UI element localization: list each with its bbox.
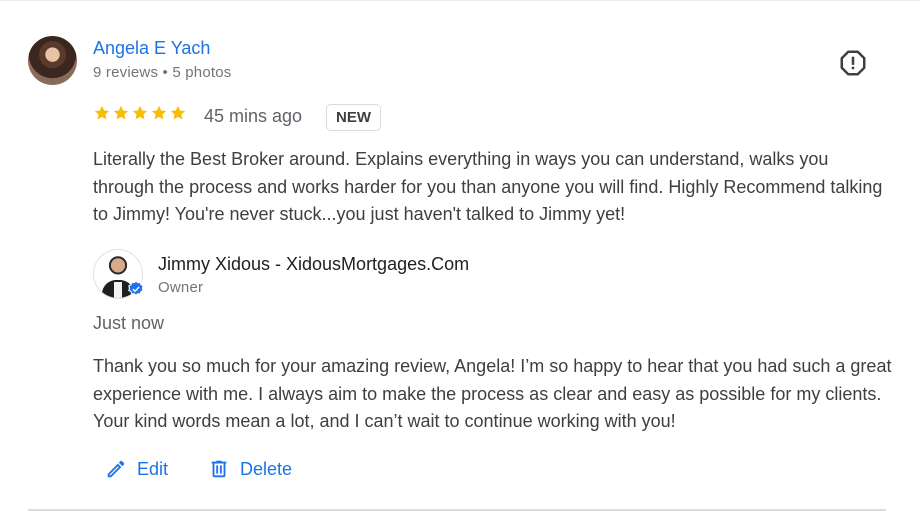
owner-photo-shirt [114, 282, 122, 298]
pencil-icon [107, 460, 125, 478]
owner-avatar[interactable] [93, 249, 144, 299]
edit-label: Edit [137, 458, 169, 479]
trash-icon [211, 460, 227, 478]
edit-reply-button[interactable]: Edit [105, 455, 168, 483]
new-badge: NEW [326, 104, 381, 131]
star-icon [94, 105, 110, 120]
owner-role: Owner [158, 279, 204, 296]
delete-reply-button[interactable]: Delete [208, 455, 292, 483]
reviewer-name[interactable]: Angela E Yach [93, 38, 210, 59]
reply-text: Thank you so much for your amazing revie… [93, 356, 892, 431]
star-icon [151, 105, 167, 120]
star-icon [132, 105, 148, 120]
star-icon [113, 105, 129, 120]
reviewer-avatar[interactable] [28, 36, 77, 85]
reply-time: Just now [93, 313, 165, 333]
review-text: Literally the Best Broker around. Explai… [93, 149, 883, 224]
report-review-button[interactable] [838, 48, 868, 78]
top-divider [0, 0, 920, 1]
star-icon [170, 105, 186, 120]
owner-name: Jimmy Xidous - XidousMortgages.Com [158, 254, 470, 274]
star-rating [93, 104, 187, 122]
report-octagon-icon [840, 50, 866, 76]
delete-label: Delete [240, 458, 293, 479]
reviewer-meta: 9 reviews • 5 photos [93, 64, 232, 81]
verified-badge-icon [128, 280, 144, 296]
review-time: 45 mins ago [204, 106, 303, 126]
